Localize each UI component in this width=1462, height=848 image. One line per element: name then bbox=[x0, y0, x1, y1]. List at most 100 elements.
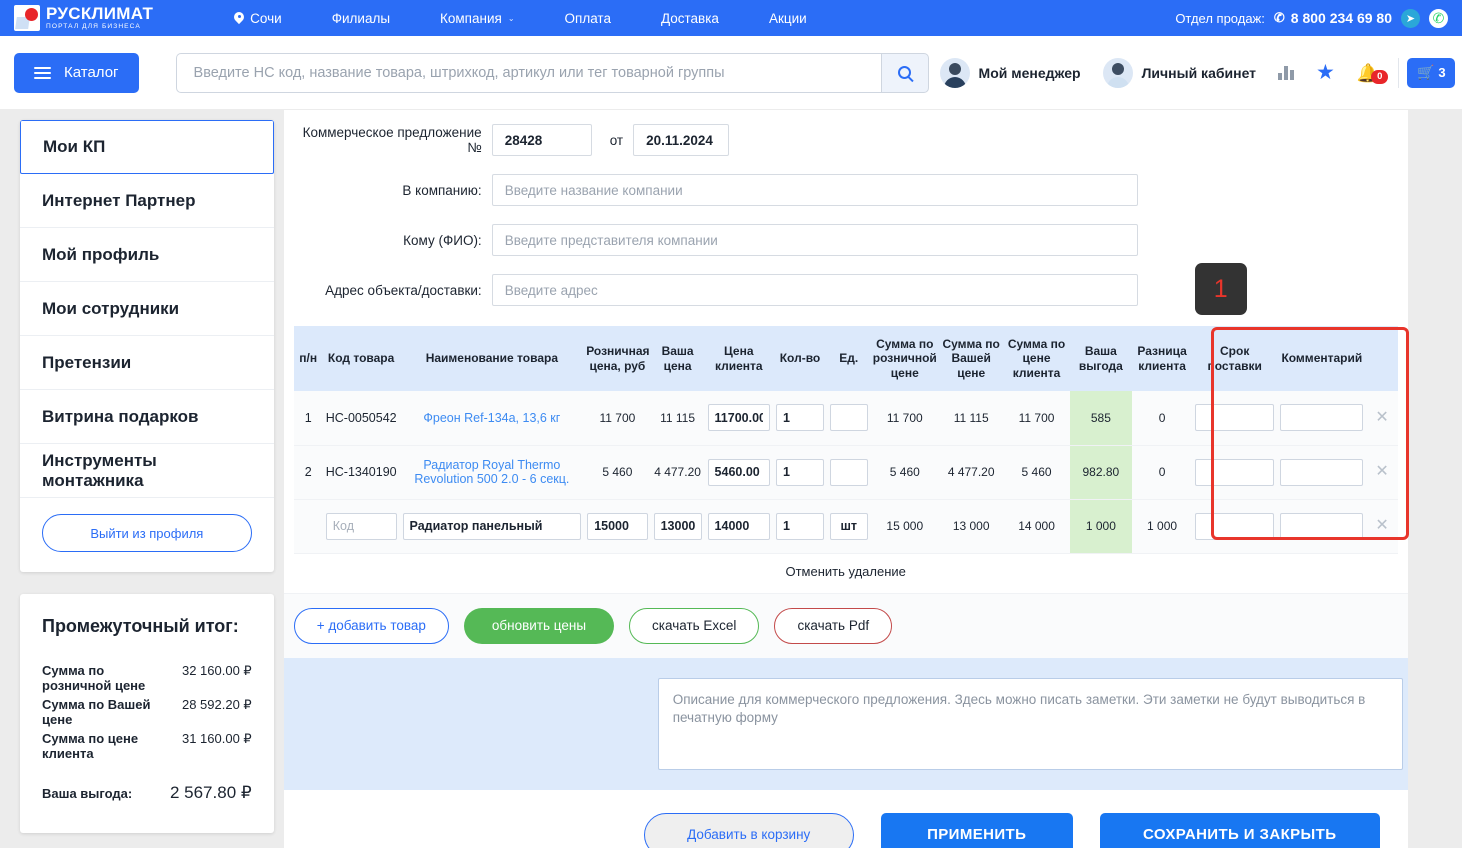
user-avatar bbox=[1102, 57, 1133, 88]
row-your-benefit: 585 bbox=[1069, 391, 1132, 446]
retail-price-input[interactable] bbox=[587, 512, 648, 540]
nav-item-branches-label: Филиалы bbox=[331, 10, 391, 26]
subtotal-total-value: 2 567.80 ₽ bbox=[169, 783, 252, 802]
download-pdf-button[interactable]: скачать Pdf bbox=[774, 607, 893, 644]
row-unit-cell bbox=[826, 499, 871, 554]
nav-item-payment[interactable]: Оплата bbox=[540, 11, 636, 26]
site-logo[interactable]: РУСКЛИМАТ ПОРТАЛ ДЛЯ БИЗНЕСА bbox=[14, 5, 153, 31]
delivery-term-input[interactable] bbox=[1195, 458, 1275, 486]
logout-wrapper: Выйти из профиля bbox=[20, 498, 274, 572]
col-delete bbox=[1366, 326, 1398, 392]
sidebar-item-internet-partner-label: Интернет Партнер bbox=[42, 190, 196, 210]
nav-item-branches[interactable]: Филиалы bbox=[307, 11, 415, 26]
sidebar-item-installer-tools[interactable]: Инструменты монтажника bbox=[20, 444, 274, 498]
cart-button[interactable]: 🛒 3 bbox=[1407, 57, 1456, 88]
delete-row-icon[interactable]: ✕ bbox=[1375, 517, 1388, 534]
search-submit-button[interactable] bbox=[880, 52, 929, 93]
product-code-input[interactable] bbox=[325, 512, 397, 540]
whatsapp-icon[interactable]: ✆ bbox=[1429, 8, 1448, 28]
delivery-term-input[interactable] bbox=[1195, 404, 1275, 432]
search-input[interactable] bbox=[175, 52, 881, 93]
cancel-delete-link[interactable]: Отменить удаление bbox=[294, 554, 1398, 593]
delete-row-icon[interactable]: ✕ bbox=[1375, 409, 1388, 426]
my-manager-link[interactable]: Мой менеджер bbox=[929, 57, 1092, 88]
offer-date-input[interactable] bbox=[633, 124, 730, 156]
row-delete-cell: ✕ bbox=[1366, 445, 1398, 500]
download-excel-button[interactable]: скачать Excel bbox=[629, 607, 760, 644]
row-product-name[interactable]: Фреон Ref-134a, 13,6 кг bbox=[399, 391, 585, 446]
save-and-close-button[interactable]: СОХРАНИТЬ И ЗАКРЫТЬ bbox=[1099, 812, 1380, 848]
sidebar-item-claims[interactable]: Претензии bbox=[20, 336, 274, 390]
qty-input[interactable] bbox=[776, 512, 824, 540]
client-price-input[interactable] bbox=[707, 404, 771, 432]
sidebar-menu: Мои КП Интернет Партнер Мой профиль Мои … bbox=[20, 120, 274, 572]
items-table: п/н Код товара Наименование товара Розни… bbox=[293, 326, 1398, 554]
unit-input[interactable] bbox=[829, 512, 868, 540]
logout-button[interactable]: Выйти из профиля bbox=[42, 514, 252, 552]
logo-title: РУСКЛИМАТ bbox=[46, 4, 154, 24]
nav-item-company[interactable]: Компания ⌄ bbox=[415, 11, 539, 26]
row-your-benefit: 982.80 bbox=[1069, 445, 1132, 500]
apply-button[interactable]: ПРИМЕНИТЬ bbox=[880, 812, 1073, 848]
col-client-price: Цена клиента bbox=[704, 326, 774, 392]
delete-row-icon[interactable]: ✕ bbox=[1375, 463, 1388, 480]
comment-input[interactable] bbox=[1280, 512, 1364, 540]
product-link[interactable]: Фреон Ref-134a, 13,6 кг bbox=[423, 411, 560, 425]
description-textarea[interactable] bbox=[657, 677, 1403, 770]
product-name-input[interactable] bbox=[402, 512, 582, 540]
cart-count: 3 bbox=[1438, 65, 1446, 80]
client-price-input[interactable] bbox=[707, 512, 771, 540]
personal-account-link[interactable]: Личный кабинет bbox=[1092, 57, 1267, 88]
favorites-button[interactable]: ★ bbox=[1305, 62, 1346, 83]
qty-input[interactable] bbox=[776, 404, 824, 432]
add-to-cart-button[interactable]: Добавить в корзину bbox=[643, 812, 854, 848]
row-comment-cell bbox=[1277, 499, 1367, 554]
add-item-button[interactable]: + добавить товар bbox=[293, 607, 449, 644]
contact-input[interactable] bbox=[491, 224, 1138, 256]
footer-actions: Добавить в корзину ПРИМЕНИТЬ СОХРАНИТЬ И… bbox=[284, 790, 1408, 848]
sales-phone[interactable]: ✆ 8 800 234 69 80 bbox=[1274, 10, 1392, 26]
nav-item-delivery[interactable]: Доставка bbox=[636, 11, 744, 26]
your-price-input[interactable] bbox=[653, 512, 702, 540]
nav-item-promotions[interactable]: Акции bbox=[744, 11, 832, 26]
contact-label: Кому (ФИО): bbox=[403, 232, 482, 248]
notifications-button[interactable]: 🔔 0 bbox=[1346, 64, 1390, 84]
comment-input[interactable] bbox=[1280, 458, 1364, 486]
compare-button[interactable] bbox=[1267, 65, 1305, 80]
nav-item-city[interactable]: Сочи bbox=[209, 11, 307, 26]
row-comment-cell bbox=[1277, 391, 1367, 446]
annotation-badge: 1 bbox=[1194, 263, 1247, 315]
client-price-input[interactable] bbox=[707, 458, 771, 486]
sidebar-item-internet-partner[interactable]: Интернет Партнер bbox=[20, 174, 274, 228]
table-row: 15 000 13 000 14 000 1 000 1 000 ✕ bbox=[293, 499, 1398, 554]
update-prices-button[interactable]: обновить цены bbox=[463, 607, 615, 644]
unit-input[interactable] bbox=[829, 458, 868, 486]
row-client-difference: 1 000 bbox=[1131, 499, 1193, 554]
table-row: 2 НС-1340190 Радиатор Royal Thermo Revol… bbox=[293, 445, 1398, 500]
subtotal-row-retail-value: 32 160.00 ₽ bbox=[181, 663, 252, 678]
telegram-icon[interactable]: ➤ bbox=[1401, 8, 1420, 28]
row-sum-retail: 5 460 bbox=[870, 445, 940, 500]
header-divider bbox=[1398, 57, 1400, 88]
personal-account-label: Личный кабинет bbox=[1141, 64, 1257, 81]
offer-number-input[interactable] bbox=[491, 124, 592, 156]
address-input[interactable] bbox=[491, 274, 1138, 306]
items-table-wrapper: п/н Код товара Наименование товара Розни… bbox=[284, 263, 1409, 593]
col-client-difference: Разница клиента bbox=[1131, 326, 1193, 392]
row-product-name[interactable]: Радиатор Royal Thermo Revolution 500 2.0… bbox=[399, 445, 585, 500]
sidebar-item-my-profile[interactable]: Мой профиль bbox=[20, 228, 274, 282]
row-delivery-term-cell bbox=[1192, 391, 1278, 446]
product-link[interactable]: Радиатор Royal Thermo Revolution 500 2.0… bbox=[403, 458, 582, 487]
company-input[interactable] bbox=[491, 174, 1138, 206]
delivery-term-input[interactable] bbox=[1195, 512, 1275, 540]
comment-input[interactable] bbox=[1280, 404, 1364, 432]
unit-input[interactable] bbox=[829, 404, 868, 432]
sidebar-item-my-kp[interactable]: Мои КП bbox=[20, 120, 274, 174]
catalog-button[interactable]: Каталог bbox=[14, 52, 139, 93]
col-sum-your: Сумма по Вашей цене bbox=[939, 326, 1004, 392]
col-comment: Комментарий bbox=[1277, 326, 1367, 392]
sidebar-item-my-employees[interactable]: Мои сотрудники bbox=[20, 282, 274, 336]
sidebar-item-gift-showcase[interactable]: Витрина подарков bbox=[20, 390, 274, 444]
search-icon bbox=[898, 66, 912, 79]
qty-input[interactable] bbox=[776, 458, 824, 486]
